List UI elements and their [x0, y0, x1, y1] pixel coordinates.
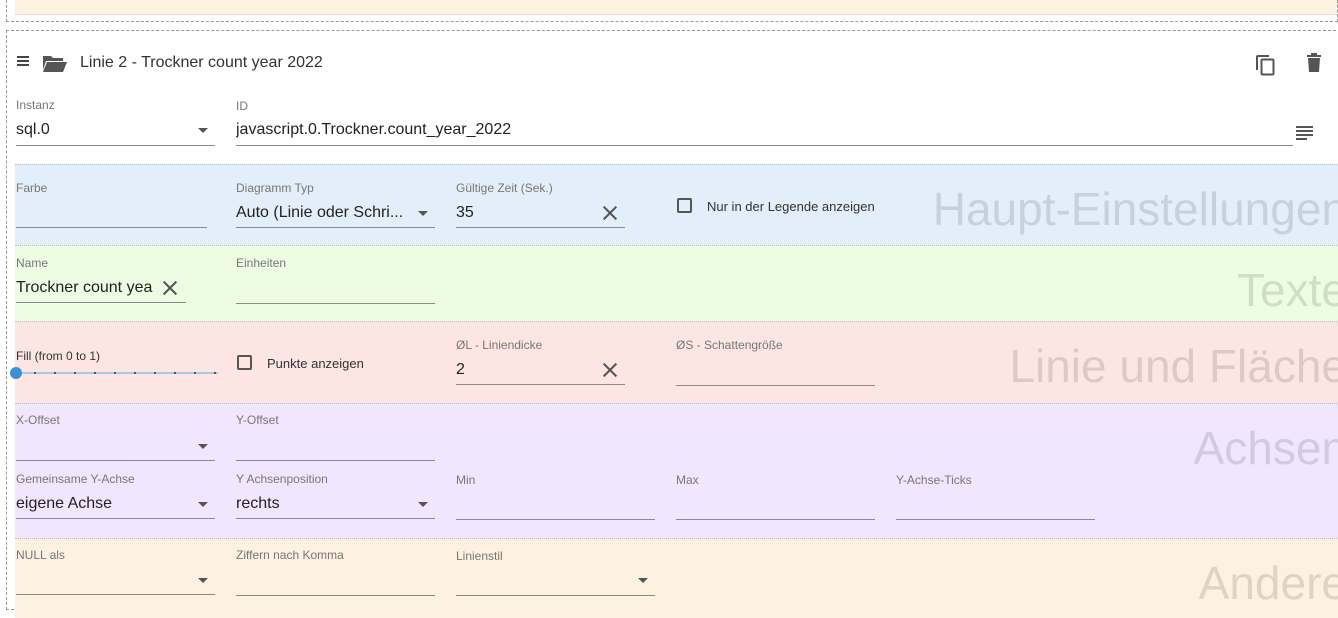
color-label: Farbe [16, 181, 48, 195]
other-watermark: Andere [1198, 557, 1338, 609]
valid-time-input[interactable]: 35 [456, 204, 586, 222]
digits-after-comma-label: Ziffern nach Komma [236, 548, 344, 562]
previous-card-section [15, 0, 1337, 15]
max-underline [676, 519, 875, 520]
color-underline [16, 227, 207, 228]
name-underline [16, 302, 186, 303]
y-axis-ticks-label: Y-Achse-Ticks [896, 473, 972, 487]
units-label: Einheiten [236, 256, 287, 270]
y-axis-position-label: Y Achsenposition [236, 472, 328, 486]
legend-only-label: Nur in der Legende anzeigen [707, 199, 875, 214]
instance-underline [16, 145, 215, 146]
x-offset-dropdown-icon[interactable] [198, 444, 208, 449]
null-as-dropdown-icon[interactable] [198, 578, 208, 583]
fill-slider-thumb[interactable] [10, 367, 22, 379]
units-underline [236, 303, 435, 304]
line-width-input[interactable]: 2 [456, 361, 586, 379]
name-label: Name [16, 256, 49, 270]
shadow-size-label: ØS - Schattengröße [676, 338, 783, 352]
line-width-underline [456, 384, 625, 385]
min-input[interactable] [456, 495, 646, 515]
name-input[interactable]: Trockner count yea [16, 279, 156, 297]
fill-label: Fill (from 0 to 1) [16, 349, 101, 363]
drag-handle-icon[interactable] [17, 56, 31, 68]
chart-type-underline [236, 227, 435, 228]
id-underline [236, 145, 1293, 146]
y-offset-label: Y-Offset [236, 413, 279, 427]
line-style-underline [456, 595, 655, 596]
null-as-underline [16, 594, 215, 595]
name-clear-icon[interactable] [160, 278, 180, 298]
id-label: ID [236, 99, 248, 113]
null-as-select[interactable] [16, 571, 186, 591]
min-label: Min [456, 473, 476, 487]
chart-type-select[interactable]: Auto (Linie oder Schri... [236, 204, 414, 222]
shadow-size-underline [676, 385, 875, 386]
valid-time-underline [456, 227, 625, 228]
min-underline [456, 519, 655, 520]
line-width-clear-icon[interactable] [600, 360, 620, 380]
null-as-label: NULL als [16, 548, 65, 562]
instance-label: Instanz [16, 98, 55, 112]
previous-line-card [6, 0, 1338, 22]
line-style-dropdown-icon[interactable] [638, 578, 648, 583]
texts-watermark: Texte [1237, 264, 1338, 316]
instance-select[interactable]: sql.0 [16, 121, 186, 139]
max-label: Max [676, 473, 699, 487]
axes-watermark: Achsen [1193, 422, 1338, 474]
units-input[interactable] [236, 279, 426, 299]
line-area-section: Linie und Fläche Fill (from 0 to 1) Punk… [10, 321, 1338, 403]
line-style-label: Linienstil [456, 549, 503, 563]
digits-after-comma-underline [236, 595, 435, 596]
common-y-axis-underline [16, 518, 215, 519]
line-card: Linie 2 - Trockner count year 2022 Insta… [6, 30, 1338, 618]
y-offset-input[interactable] [236, 436, 426, 456]
valid-time-label: Gültige Zeit (Sek.) [456, 181, 553, 195]
x-offset-label: X-Offset [16, 413, 60, 427]
copy-icon[interactable] [1254, 53, 1276, 77]
main-settings-watermark: Haupt-Einstellungen [932, 183, 1338, 235]
legend-only-checkbox[interactable] [677, 198, 692, 213]
digits-after-comma-input[interactable] [236, 571, 426, 591]
y-axis-ticks-input[interactable] [896, 495, 1086, 515]
axes-section: Achsen X-Offset Y-Offset Gemeinsame Y-Ac… [15, 403, 1338, 538]
folder-open-icon[interactable] [42, 53, 68, 73]
line-area-watermark: Linie und Fläche [1009, 340, 1338, 392]
other-section: Andere NULL als Ziffern nach Komma Linie… [15, 538, 1338, 618]
list-select-icon[interactable] [1296, 126, 1314, 140]
x-offset-select[interactable] [16, 436, 186, 456]
line-width-label: ØL - Liniendicke [456, 338, 543, 352]
id-input[interactable]: javascript.0.Trockner.count_year_2022 [236, 121, 1286, 139]
instance-dropdown-icon[interactable] [198, 128, 208, 133]
y-axis-position-dropdown-icon[interactable] [418, 502, 428, 507]
common-y-axis-select[interactable]: eigene Achse [16, 495, 186, 513]
line-title: Linie 2 - Trockner count year 2022 [80, 54, 323, 71]
delete-icon[interactable] [1306, 53, 1322, 73]
line-style-select[interactable] [456, 571, 626, 591]
shadow-size-input[interactable] [676, 361, 866, 381]
chart-type-label: Diagramm Typ [236, 181, 314, 195]
chart-type-dropdown-icon[interactable] [418, 211, 428, 216]
max-input[interactable] [676, 495, 866, 515]
valid-time-clear-icon[interactable] [600, 203, 620, 223]
y-axis-ticks-underline [896, 519, 1095, 520]
x-offset-underline [16, 460, 215, 461]
texts-section: Texte Name Trockner count yea Einheiten [15, 245, 1338, 321]
points-label: Punkte anzeigen [267, 356, 364, 371]
common-y-axis-label: Gemeinsame Y-Achse [16, 472, 135, 486]
y-axis-position-underline [236, 518, 435, 519]
common-y-axis-dropdown-icon[interactable] [198, 502, 208, 507]
fill-slider[interactable] [10, 367, 218, 379]
color-input[interactable] [16, 203, 206, 223]
main-settings-section: Haupt-Einstellungen Farbe Diagramm Typ A… [15, 164, 1338, 245]
y-axis-position-select[interactable]: rechts [236, 495, 406, 513]
points-checkbox[interactable] [237, 355, 252, 370]
y-offset-underline [236, 460, 435, 461]
